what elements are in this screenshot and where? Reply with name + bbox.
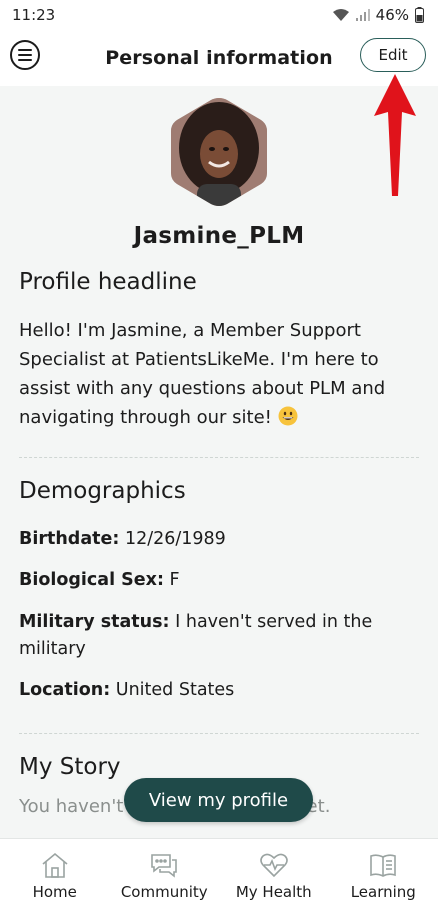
heart-pulse-icon — [259, 851, 289, 879]
hamburger-icon-line — [18, 54, 32, 56]
demographics-title: Demographics — [19, 478, 186, 504]
section-divider — [19, 457, 419, 458]
profile-username: Jasmine_PLM — [133, 223, 305, 249]
nav-community-label: Community — [120, 883, 208, 901]
military-status-field: Military status: I haven't served in the… — [19, 609, 419, 663]
nav-item-home[interactable]: Home — [0, 839, 110, 906]
biological-sex-field: Biological Sex: F — [19, 567, 419, 594]
status-time: 11:23 — [12, 6, 56, 24]
status-bar: 11:23 46% — [0, 0, 438, 30]
biological-sex-value: F — [169, 570, 180, 590]
nav-item-community[interactable]: Community — [110, 839, 220, 906]
battery-percent: 46% — [375, 6, 409, 24]
edit-button[interactable]: Edit — [360, 38, 426, 72]
home-icon — [40, 851, 70, 879]
signal-icon — [355, 9, 370, 21]
avatar — [169, 96, 269, 208]
profile-headline-title: Profile headline — [19, 269, 197, 295]
hamburger-icon-line — [18, 49, 32, 51]
profile-headline-body: Hello! I'm Jasmine, a Member Support Spe… — [19, 320, 386, 428]
my-story-title: My Story — [19, 754, 121, 780]
wifi-icon — [332, 8, 350, 22]
view-my-profile-button[interactable]: View my profile — [124, 778, 313, 822]
location-value: United States — [115, 680, 235, 700]
battery-icon — [415, 7, 424, 23]
hamburger-icon-line — [18, 59, 32, 61]
nav-home-label: Home — [32, 883, 77, 901]
book-icon — [368, 851, 398, 879]
profile-headline-text: Hello! I'm Jasmine, a Member Support Spe… — [19, 316, 419, 432]
military-status-label: Military status: — [19, 612, 170, 632]
section-divider — [19, 733, 419, 734]
profile-content[interactable]: Jasmine_PLM Profile headline Hello! I'm … — [0, 86, 438, 838]
status-indicators: 46% — [332, 6, 424, 24]
bottom-nav: Home Community My Health Learning — [0, 838, 438, 906]
page-title: Personal information — [105, 47, 333, 69]
chat-icon — [148, 851, 180, 879]
nav-item-learning[interactable]: Learning — [329, 839, 438, 906]
birthdate-label: Birthdate: — [19, 529, 120, 549]
grinning-face-icon — [278, 406, 298, 426]
location-field: Location: United States — [19, 677, 419, 704]
nav-learning-label: Learning — [350, 883, 416, 901]
biological-sex-label: Biological Sex: — [19, 570, 164, 590]
nav-item-my-health[interactable]: My Health — [219, 839, 329, 906]
birthdate-value: 12/26/1989 — [124, 529, 226, 549]
birthdate-field: Birthdate: 12/26/1989 — [19, 526, 419, 553]
menu-button[interactable] — [10, 40, 40, 70]
location-label: Location: — [19, 680, 111, 700]
nav-my-health-label: My Health — [235, 883, 312, 901]
